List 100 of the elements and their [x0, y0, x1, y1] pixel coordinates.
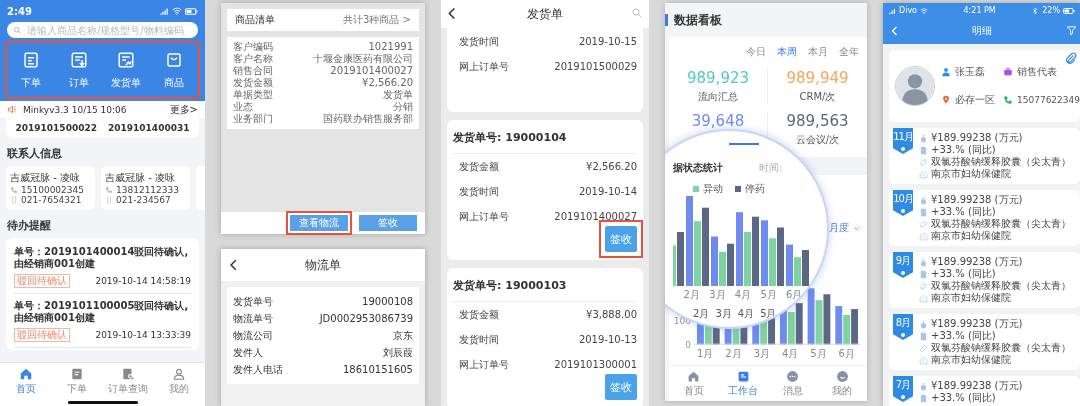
house-icon	[919, 293, 928, 303]
pill-icon	[919, 281, 928, 291]
signal-icon	[159, 6, 169, 16]
field-value: ¥2,566.20	[586, 160, 637, 174]
field-value: 京东	[393, 329, 413, 343]
field-label: 单据类型	[233, 89, 273, 101]
document-icon	[919, 393, 928, 403]
field-label: 发货金额	[233, 77, 273, 89]
stat-value: 39,648	[691, 112, 745, 130]
field-value: 2019101300001	[554, 358, 637, 372]
field-value: ¥3,888.00	[586, 308, 637, 322]
field-label: 业态	[233, 101, 253, 113]
contact-name: 吉威冠脉 - 凌咏	[10, 171, 81, 185]
stat-label: CRM/次	[799, 90, 836, 104]
shipment-number: 发货单号: 19000104	[453, 124, 637, 154]
filter-icon[interactable]	[1066, 25, 1077, 36]
period-tab[interactable]: 本周	[777, 45, 797, 59]
board-icon	[736, 370, 750, 383]
document-icon	[919, 269, 928, 279]
status-time: 4:21 PM	[963, 6, 996, 15]
briefcase-icon	[1003, 67, 1013, 77]
wifi-icon	[920, 6, 928, 15]
tab[interactable]: 首页	[0, 367, 52, 396]
sign-button[interactable]: 签收	[605, 374, 637, 400]
mobile-number: 15100002345	[21, 185, 84, 195]
month-ribbon: 11月	[893, 128, 913, 154]
field-value: 2019-10-14	[578, 185, 637, 199]
home-icon	[687, 370, 701, 383]
page-title: 数据看板	[674, 11, 722, 29]
field-label: 网上订单号	[459, 210, 509, 224]
money-bag-icon	[919, 133, 928, 143]
tab[interactable]: 消息	[768, 370, 818, 398]
device-icon	[105, 196, 113, 204]
growth-text: +33.% (同比)	[931, 330, 996, 342]
period-tab[interactable]: 本月	[808, 45, 828, 59]
shortcut-button[interactable]: 下单	[7, 49, 55, 92]
hospital-name: 南京市妇幼保健院	[931, 292, 1011, 304]
house-icon	[919, 169, 928, 179]
month-ribbon: 8月	[893, 314, 913, 340]
home-indicator	[68, 401, 138, 404]
clipboard-icon	[21, 51, 40, 69]
item-count[interactable]: 共计3种商品 >	[343, 13, 411, 27]
field-value: 18610151605	[343, 363, 413, 377]
action-button[interactable]: 签收	[359, 215, 417, 231]
contact-name: 吉威冠脉 - 凌咏	[105, 171, 176, 185]
field-value: 发货单	[383, 89, 413, 101]
notice-text: Minkyv3.3 10/15 10:06	[23, 104, 128, 115]
field-label: 客户名称	[233, 53, 273, 65]
field-label: 网上订单号	[459, 358, 509, 372]
sign-button[interactable]: 签收	[605, 226, 637, 252]
smiley-icon	[835, 370, 849, 383]
device-icon	[10, 196, 18, 204]
month-ribbon: 9月	[893, 252, 913, 278]
phone-number: 021-7654321	[21, 195, 82, 205]
stat-label: 流向汇总	[698, 90, 738, 104]
field-label: 业务部门	[233, 113, 273, 125]
phone-icon	[10, 186, 18, 194]
page-title: 发货单	[527, 5, 563, 23]
money-bag-icon	[919, 319, 928, 329]
tab[interactable]: 下单	[51, 367, 103, 396]
more-link[interactable]: 更多>	[169, 102, 198, 117]
paperclip-icon[interactable]	[1064, 52, 1078, 66]
field-label: 发件人电话	[233, 363, 283, 377]
pill-icon	[919, 157, 928, 167]
tab[interactable]: 我的	[153, 367, 205, 396]
shortcut-button[interactable]: 发货单	[102, 49, 151, 92]
status-tag: 驳回待确认	[14, 328, 70, 342]
axis-label: 5月	[760, 288, 777, 302]
search-field[interactable]: 请输入商品名称/规格型号/物料编码	[7, 22, 198, 38]
list-title: 商品清单	[235, 13, 275, 27]
pill-icon	[919, 343, 928, 353]
field-value: 2019-10-13	[578, 333, 637, 347]
document-icon	[919, 207, 928, 217]
shortcut-button[interactable]: 订单	[54, 49, 103, 92]
tab[interactable]: 首页	[669, 370, 719, 398]
tab[interactable]: 我的	[817, 370, 867, 398]
field-label: 发货金额	[459, 308, 499, 322]
tab[interactable]: 订单查询	[102, 367, 154, 396]
house-icon	[919, 355, 928, 365]
period-dropdown[interactable]: 月度	[829, 221, 861, 235]
shortcut-button[interactable]: 商品	[150, 49, 198, 92]
tab-indicator	[729, 143, 759, 145]
status-tag: 驳回待确认	[14, 274, 70, 288]
order-number: 2019101500022	[15, 123, 97, 133]
phone-number: 15077622349	[1017, 95, 1080, 105]
action-button[interactable]: 查看物流	[290, 215, 348, 231]
field-label: 物流单号	[233, 312, 273, 326]
signal-icon	[888, 6, 896, 15]
document-icon	[919, 145, 928, 155]
axis-label: 2月	[725, 347, 742, 361]
period-tab[interactable]: 今日	[746, 45, 766, 59]
page-title: 明细	[971, 24, 992, 38]
search-icon	[13, 25, 22, 35]
phone-number: 021-234567	[116, 195, 171, 205]
axis-label: 3月	[715, 307, 732, 321]
period-tab[interactable]: 全年	[839, 45, 859, 59]
area-name: 必存一区	[955, 93, 995, 107]
tab[interactable]: 工作台	[718, 370, 768, 398]
search-icon[interactable]	[631, 7, 643, 19]
money-bag-icon	[919, 195, 928, 205]
